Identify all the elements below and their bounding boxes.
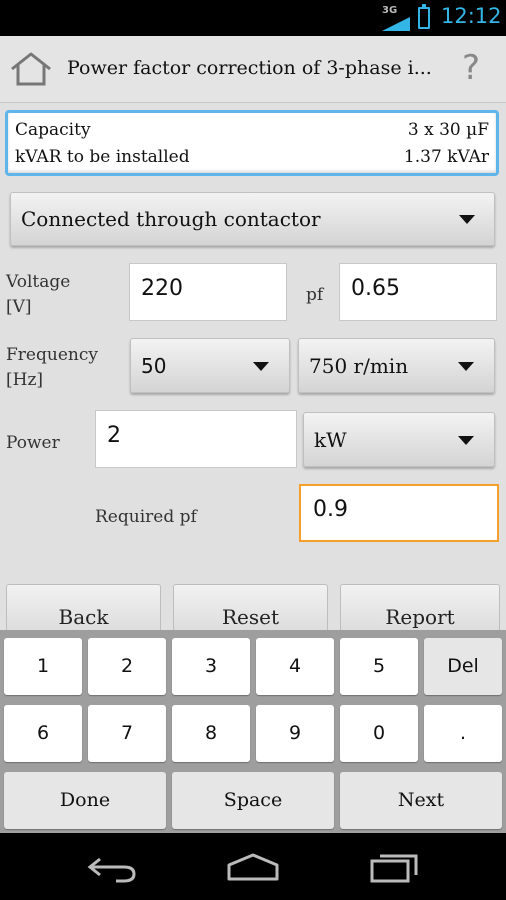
frequency-label: Frequency [Hz] — [6, 345, 98, 390]
navigation-bar — [0, 833, 506, 900]
chevron-down-icon — [458, 436, 474, 445]
required-pf-label: Required pf — [95, 507, 197, 527]
speed-selected: 750 r/min — [309, 354, 409, 378]
speed-dropdown[interactable]: 750 r/min — [298, 338, 495, 393]
power-unit-dropdown[interactable]: kW — [303, 412, 495, 467]
voltage-label: Voltage [V] — [6, 272, 71, 317]
back-nav-icon[interactable] — [86, 853, 138, 883]
key-8[interactable]: 8 — [172, 705, 250, 762]
action-bar: Power factor correction of 3-phase i... … — [0, 36, 506, 103]
page-title: Power factor correction of 3-phase i... — [67, 57, 432, 79]
power-field[interactable]: 2 — [95, 410, 297, 468]
done-key[interactable]: Done — [4, 772, 166, 829]
report-button[interactable]: Report — [340, 584, 500, 634]
voltage-field[interactable]: 220 — [129, 263, 287, 321]
key-2[interactable]: 2 — [88, 638, 166, 695]
next-key[interactable]: Next — [340, 772, 502, 829]
key-dot[interactable]: . — [424, 705, 502, 762]
key-5[interactable]: 5 — [340, 638, 418, 695]
power-unit-selected: kW — [314, 428, 347, 452]
help-icon[interactable]: ? — [462, 48, 480, 88]
clock: 12:12 — [441, 4, 502, 28]
capacity-label: Capacity — [15, 120, 91, 140]
signal-icon — [382, 17, 410, 31]
key-1[interactable]: 1 — [4, 638, 82, 695]
network-type: 3G — [382, 5, 398, 16]
chevron-down-icon — [458, 362, 474, 371]
pf-label: pf — [306, 285, 324, 305]
delete-key[interactable]: Del — [424, 638, 502, 695]
connection-selected: Connected through contactor — [21, 207, 321, 231]
pf-field[interactable]: 0.65 — [339, 263, 497, 321]
space-key[interactable]: Space — [172, 772, 334, 829]
kvar-row: kVAR to be installed 1.37 kVAr — [15, 147, 489, 167]
battery-icon — [418, 4, 430, 29]
frequency-selected: 50 — [141, 354, 167, 378]
home-icon[interactable] — [10, 52, 52, 86]
connection-dropdown[interactable]: Connected through contactor — [10, 192, 495, 246]
capacity-row: Capacity 3 x 30 µF — [15, 120, 489, 140]
chevron-down-icon — [253, 362, 269, 371]
key-9[interactable]: 9 — [256, 705, 334, 762]
reset-button[interactable]: Reset — [173, 584, 328, 634]
status-bar: 3G 12:12 — [0, 0, 506, 36]
key-6[interactable]: 6 — [4, 705, 82, 762]
frequency-dropdown[interactable]: 50 — [130, 338, 290, 393]
key-7[interactable]: 7 — [88, 705, 166, 762]
capacity-value: 3 x 30 µF — [407, 120, 489, 140]
home-nav-icon[interactable] — [226, 853, 280, 881]
chevron-down-icon — [459, 215, 475, 224]
key-3[interactable]: 3 — [172, 638, 250, 695]
results-panel: Capacity 3 x 30 µF kVAR to be installed … — [5, 110, 499, 176]
kvar-label: kVAR to be installed — [15, 147, 190, 167]
key-0[interactable]: 0 — [340, 705, 418, 762]
power-label: Power — [6, 433, 60, 453]
key-4[interactable]: 4 — [256, 638, 334, 695]
required-pf-field[interactable]: 0.9 — [299, 484, 499, 542]
kvar-value: 1.37 kVAr — [403, 147, 489, 167]
back-button[interactable]: Back — [6, 584, 161, 634]
numeric-keyboard: 1 2 3 4 5 Del 6 7 8 9 0 . Done Space Nex… — [0, 630, 506, 833]
recent-apps-icon[interactable] — [370, 851, 420, 883]
